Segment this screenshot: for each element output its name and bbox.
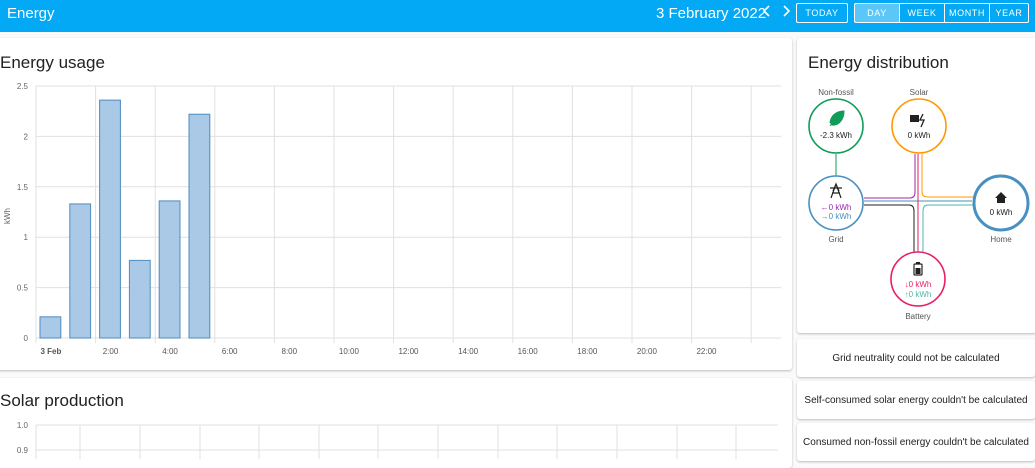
grid-import-value: ←0 kWh [821, 203, 852, 212]
usage-x-tick: 8:00 [282, 347, 298, 356]
solar-y-tick: 0.9 [17, 446, 29, 455]
usage-bar[interactable] [188, 113, 211, 339]
battery-in-value: ↓0 kWh [905, 280, 932, 289]
usage-x-tick: 18:00 [577, 347, 598, 356]
energy-usage-title: Energy usage [0, 53, 105, 72]
usage-y-tick: 2 [24, 132, 29, 141]
home-value: 0 kWh [990, 208, 1013, 217]
solar-value: 0 kWh [908, 131, 931, 140]
usage-y-tick: 0.5 [17, 284, 29, 293]
top-app-bar: Energy 3 February 2022 TODAY DAY WEEK MO… [0, 0, 1035, 32]
home-label: Home [990, 235, 1012, 244]
grid-battery-flow-line [864, 204, 915, 252]
grid-label: Grid [828, 235, 843, 244]
usage-x-tick: 10:00 [339, 347, 360, 356]
grid-export-value: →0 kWh [821, 212, 852, 221]
solar-production-chart: 1.0 0.9 [17, 421, 778, 459]
today-button[interactable]: TODAY [796, 3, 848, 23]
usage-x-tick: 4:00 [162, 347, 178, 356]
solar-production-title: Solar production [0, 391, 124, 410]
solar-y-tick: 1.0 [17, 421, 29, 430]
usage-x-tick: 6:00 [222, 347, 238, 356]
usage-x-tick: 22:00 [696, 347, 717, 356]
usage-x-tick: 20:00 [637, 347, 658, 356]
usage-bar[interactable] [128, 259, 151, 339]
usage-bar[interactable] [39, 316, 62, 339]
period-selector: DAY WEEK MONTH YEAR [854, 3, 1029, 23]
grid-neutrality-info-card: Grid neutrality could not be calculated [797, 339, 1035, 377]
usage-x-tick: 3 Feb [40, 347, 61, 356]
date-label: 3 February 2022 [656, 5, 767, 22]
solar-label: Solar [910, 88, 929, 97]
solar-node[interactable] [891, 98, 947, 154]
battery-label: Battery [905, 312, 930, 321]
non-fossil-node[interactable] [808, 98, 864, 154]
energy-distribution-diagram: Non-fossil -2.3 kWh Solar 0 kWh ←0 kWh →… [808, 88, 1030, 321]
non-fossil-value: -2.3 kWh [820, 131, 852, 140]
usage-y-axis-label: kWh [3, 208, 12, 224]
period-month-button[interactable]: MONTH [945, 4, 990, 22]
period-day-button[interactable]: DAY [855, 4, 900, 22]
usage-x-tick: 12:00 [398, 347, 419, 356]
usage-bar[interactable] [99, 99, 121, 339]
usage-bar[interactable] [69, 203, 92, 339]
period-week-button[interactable]: WEEK [900, 4, 945, 22]
grid-solar-flow-line [864, 154, 916, 199]
usage-x-tick: 14:00 [458, 347, 479, 356]
battery-out-value: ↑0 kWh [905, 290, 932, 299]
usage-x-tick: 16:00 [518, 347, 539, 356]
energy-usage-chart: 0 0.5 1 1.5 2 2.5 3 Feb 2:00 4:00 6:00 8:00 10:00 12… [3, 82, 781, 356]
usage-y-tick: 2.5 [17, 82, 29, 91]
self-consumed-solar-info-card: Self-consumed solar energy couldn't be c… [797, 381, 1035, 419]
non-fossil-info-card: Consumed non-fossil energy couldn't be c… [797, 423, 1035, 461]
usage-y-tick: 0 [24, 334, 29, 343]
battery-home-flow-line [922, 204, 974, 252]
usage-y-tick: 1 [24, 233, 29, 242]
usage-bar[interactable] [158, 200, 181, 339]
period-year-button[interactable]: YEAR [990, 4, 1028, 22]
non-fossil-label: Non-fossil [818, 88, 854, 97]
solar-grid-verticals [35, 425, 737, 459]
chevron-left-icon[interactable] [760, 4, 774, 22]
page-title: Energy [7, 5, 55, 22]
usage-y-tick: 1.5 [17, 183, 29, 192]
solar-home-flow-line [921, 154, 974, 198]
energy-distribution-title: Energy distribution [808, 53, 949, 72]
chevron-right-icon[interactable] [779, 4, 793, 22]
usage-x-tick: 2:00 [103, 347, 119, 356]
